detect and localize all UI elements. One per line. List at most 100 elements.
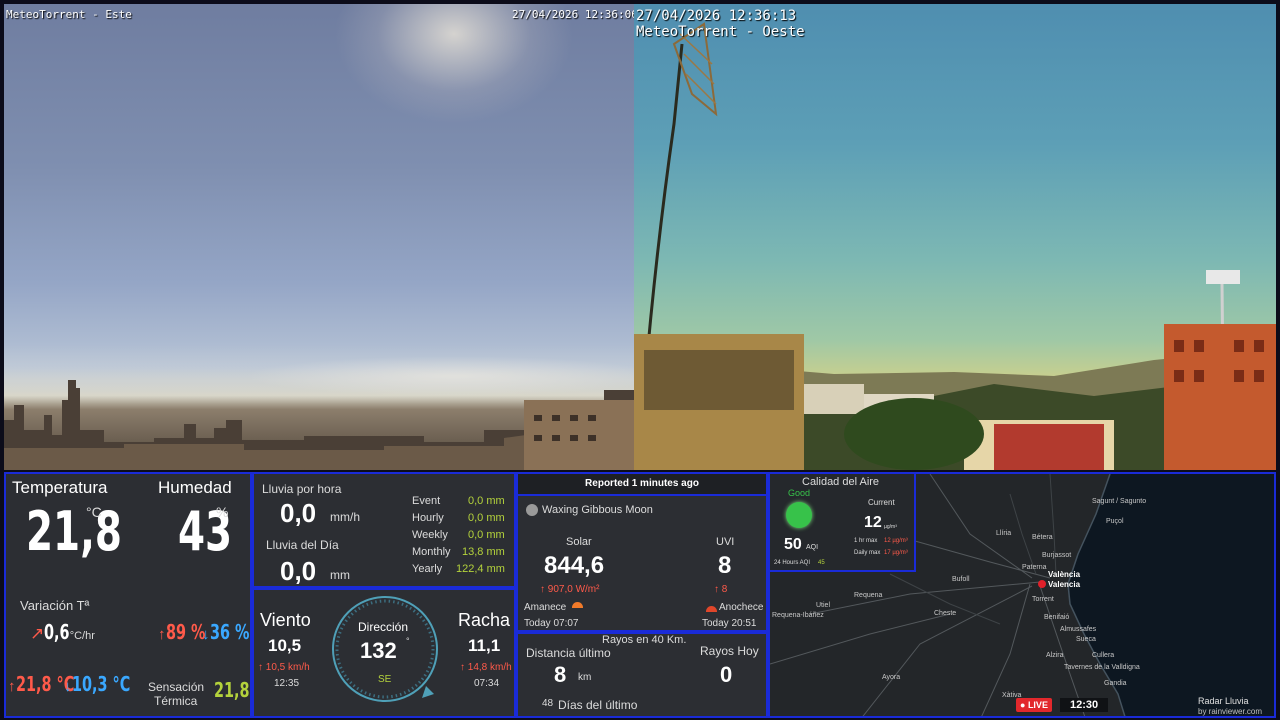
air-status-face-icon bbox=[786, 502, 812, 528]
temperature-min: ↓10,3 °C bbox=[64, 672, 130, 696]
temperature-value: 21,8 bbox=[26, 500, 122, 563]
west-scene bbox=[634, 22, 1276, 470]
radar-credit-title: Radar Lluvia bbox=[1198, 696, 1249, 706]
rain-stat-value: 0,0 mm bbox=[468, 512, 505, 524]
humidity-unit: % bbox=[216, 504, 229, 520]
radar-time: 12:30 bbox=[1060, 698, 1109, 712]
lightning-distance-value: 8 bbox=[554, 662, 567, 687]
trend-up-icon: ↗ bbox=[30, 624, 45, 643]
map-place: Burjassot bbox=[1042, 552, 1072, 559]
direction-label: Dirección bbox=[358, 620, 409, 634]
sunrise-time: Today 07:07 bbox=[524, 618, 579, 629]
rain-stat-value: 0,0 mm bbox=[468, 495, 505, 507]
map-place: Alzira bbox=[1046, 652, 1064, 659]
lightning-title: Rayos en 40 Km. bbox=[602, 634, 687, 646]
camera-east-timestamp: 27/04/2026 12:36:06 MON bbox=[512, 8, 634, 21]
uvi-max: ↑ 8 bbox=[714, 584, 728, 595]
rain-stat-label: Monthly bbox=[412, 546, 451, 558]
temperature-label: Temperatura bbox=[12, 478, 108, 497]
aqi-24h-value: 45 bbox=[818, 560, 825, 566]
live-badge[interactable]: ● LIVE bbox=[1016, 698, 1052, 712]
rain-hourly-label: Lluvia por hora bbox=[262, 482, 342, 496]
sunset-icon bbox=[706, 606, 717, 612]
aqi-value: 50 bbox=[784, 536, 802, 553]
camera-east-title: MeteoTorrent - Este bbox=[6, 8, 132, 21]
arrow-down-icon: ↓ bbox=[64, 678, 72, 695]
arrow-up-icon: ↑ bbox=[158, 626, 166, 643]
camera-west-timestamp: 27/04/2026 12:36:13 bbox=[636, 8, 797, 24]
aqi-unit: AQI bbox=[806, 544, 819, 551]
rain-stat-label: Weekly bbox=[412, 529, 448, 541]
lightning-panel: Rayos en 40 Km. Distancia último 8 km Ra… bbox=[516, 632, 768, 718]
map-place: Llíria bbox=[996, 530, 1012, 537]
camera-west-feed: 27/04/2026 12:36:13 MeteoTorrent - Oeste bbox=[634, 4, 1276, 470]
rain-stat-label: Event bbox=[412, 495, 441, 507]
camera-east-feed: MeteoTorrent - Este 27/04/2026 12:36:06 … bbox=[4, 4, 634, 470]
solar-max: ↑ 907,0 W/m² bbox=[540, 584, 600, 595]
pm-hr-max-value: 12 µg/m³ bbox=[884, 538, 908, 544]
rain-day-label: Lluvia del Día bbox=[266, 538, 339, 552]
rain-stat-value: 0,0 mm bbox=[468, 529, 505, 541]
east-skyline bbox=[4, 380, 634, 470]
arrow-up-icon: ↑ bbox=[8, 678, 16, 695]
map-place: Torrent bbox=[1032, 596, 1054, 603]
arrow-down-icon: ↓ bbox=[202, 626, 210, 643]
direction-arrow-icon bbox=[422, 686, 434, 698]
uvi-label: UVI bbox=[716, 536, 735, 548]
camera-west-title: MeteoTorrent - Oeste bbox=[636, 24, 805, 40]
report-status: Reported 1 minutes ago bbox=[585, 478, 699, 489]
solar-value: 844,6 bbox=[544, 552, 605, 579]
arrow-up-icon: ↑ bbox=[714, 584, 722, 595]
variation-label: Variación Tª bbox=[20, 598, 90, 613]
location-pin-icon bbox=[1038, 580, 1046, 588]
temperature-humidity-panel: Temperatura 21,8 °C Humedad 43 % Variaci… bbox=[4, 472, 252, 718]
pm-hr-max-label: 1 hr max bbox=[854, 538, 878, 544]
lightning-today-label: Rayos Hoy bbox=[700, 644, 759, 658]
pm-current-value: 12 bbox=[864, 514, 882, 531]
map-place: Ayora bbox=[882, 674, 901, 681]
temperature-unit: °C bbox=[86, 504, 102, 520]
humidity-label: Humedad bbox=[158, 478, 232, 497]
rain-hourly-unit: mm/h bbox=[330, 510, 360, 524]
direction-degree-unit: ° bbox=[406, 636, 410, 646]
feels-like-label-2: Térmica bbox=[154, 694, 198, 708]
sunset-label: Anochece bbox=[719, 602, 764, 613]
humidity-min: ↓36 % bbox=[202, 620, 249, 644]
rain-day-value: 0,0 bbox=[280, 556, 317, 586]
map-place: Sueca bbox=[1076, 636, 1096, 643]
moon-icon bbox=[526, 504, 538, 516]
rain-stat-label: Yearly bbox=[412, 563, 443, 575]
lightning-distance-unit: km bbox=[578, 672, 592, 683]
air-quality-panel: Calidad del Aire Good 50 AQI 24 Hours AQ… bbox=[768, 472, 916, 572]
map-place: Cheste bbox=[934, 610, 957, 617]
arrow-up-icon: ↑ bbox=[460, 662, 468, 673]
feels-like-value: 21,8 °C bbox=[214, 678, 250, 702]
radar-credit-source[interactable]: by rainviewer.com bbox=[1198, 707, 1262, 716]
map-place: Benifaió bbox=[1044, 614, 1070, 621]
pm-current-unit: µg/m³ bbox=[884, 524, 897, 530]
map-place: Tavernes de la Valldigna bbox=[1064, 664, 1140, 671]
direction-cardinal: SE bbox=[378, 674, 392, 685]
variation-unit: °C/hr bbox=[69, 630, 95, 642]
gust-max: ↑ 14,8 km/h bbox=[460, 662, 512, 673]
map-place: Utiel bbox=[816, 602, 831, 609]
map-place: Cullera bbox=[1092, 652, 1115, 659]
air-quality-status: Good bbox=[788, 488, 811, 498]
pm-daily-max-value: 17 µg/m³ bbox=[884, 550, 908, 556]
map-place: Almussafes bbox=[1060, 626, 1097, 633]
arrow-up-icon: ↑ bbox=[258, 662, 266, 673]
map-place: Paterna bbox=[1022, 564, 1047, 571]
pm-current-label: Current bbox=[868, 498, 895, 507]
lightning-days-value: 48 bbox=[542, 698, 554, 709]
lightning-distance-label: Distancia último bbox=[526, 646, 611, 660]
sunrise-icon bbox=[572, 602, 583, 608]
live-dot-icon: ● bbox=[1020, 700, 1028, 710]
map-place: Bufoll bbox=[952, 576, 970, 583]
wind-value: 10,5 bbox=[268, 636, 302, 655]
variation-row: ↗0,6°C/hr bbox=[30, 620, 95, 644]
lightning-today-value: 0 bbox=[720, 662, 733, 687]
wind-label: Viento bbox=[260, 610, 311, 630]
feels-like-label-1: Sensación bbox=[148, 680, 205, 694]
rain-hourly-value: 0,0 bbox=[280, 498, 317, 528]
rain-panel: Lluvia por hora 0,0 mm/h Lluvia del Día … bbox=[252, 472, 516, 588]
